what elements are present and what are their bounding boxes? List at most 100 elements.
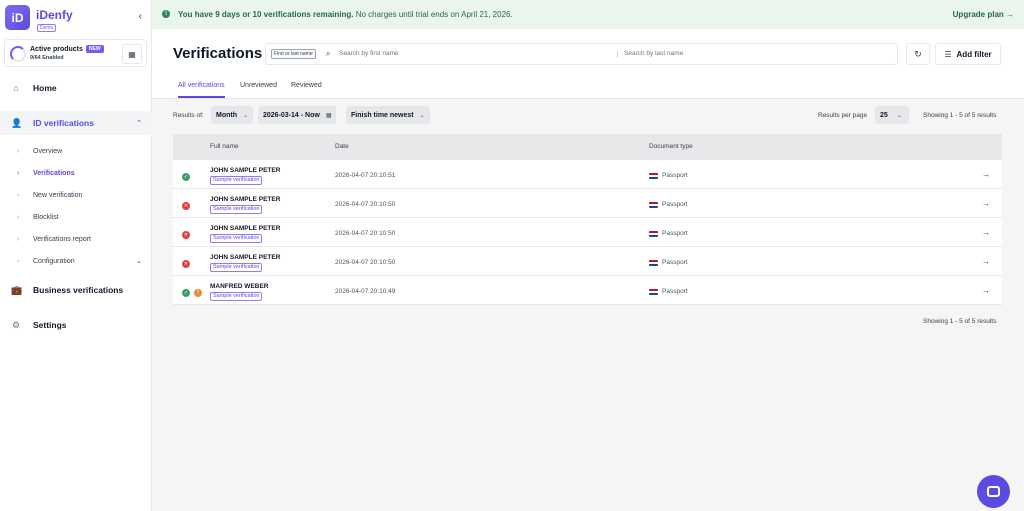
search-icon: ⌕ xyxy=(326,49,331,58)
arrow-right-icon[interactable]: → xyxy=(982,257,990,266)
search-last-name-input[interactable] xyxy=(624,50,884,57)
column-date[interactable]: Date xyxy=(335,143,349,150)
sidebar-item-label: Verifications report xyxy=(33,235,91,243)
sample-verification-tag: Sample verification xyxy=(210,292,263,301)
active-products-card[interactable]: Active products NEW 9/64 Enabled ▦ xyxy=(4,39,147,67)
trial-banner-bold: You have 9 days or 10 verifications rema… xyxy=(178,10,354,19)
search-first-name-input[interactable] xyxy=(339,50,609,57)
sample-verification-tag: Sample verification xyxy=(210,176,263,185)
verifications-table: Full name Date Document type ✓ JOHN SAMP… xyxy=(173,134,1002,305)
tab-all-verifications[interactable]: All verifications xyxy=(178,82,225,98)
table-row[interactable]: ✕ JOHN SAMPLE PETER Sample verification … xyxy=(173,218,1002,247)
sidebar-item-overview[interactable]: › Overview xyxy=(0,141,152,161)
chevron-right-icon: › xyxy=(17,191,20,199)
search-mode-chip[interactable]: First or last name xyxy=(271,49,316,59)
row-date: 2026-04-07 20:10:51 xyxy=(335,172,396,179)
row-date: 2026-04-07 20:10:49 xyxy=(335,288,396,295)
search-box: First or last name ⌕ ⋮ xyxy=(265,43,898,65)
arrow-right-icon[interactable]: → xyxy=(982,228,990,237)
refresh-button[interactable]: ↻ xyxy=(906,43,930,65)
denied-status-icon: ✕ xyxy=(182,202,190,210)
chevron-right-icon: › xyxy=(17,235,20,243)
nav-id-verifications[interactable]: 👤 ID verifications ⌃ xyxy=(0,111,152,135)
row-document-type: Passport xyxy=(662,201,688,208)
nav-settings[interactable]: ⚙ Settings xyxy=(0,313,152,337)
table-row[interactable]: ✕ JOHN SAMPLE PETER Sample verification … xyxy=(173,189,1002,218)
results-per-page-select[interactable]: 25 ⌄ xyxy=(875,106,909,124)
gear-icon: ⚙ xyxy=(11,319,21,330)
new-badge: NEW xyxy=(85,45,104,53)
chevron-down-icon: ⌄ xyxy=(896,112,902,119)
demo-badge: Demo xyxy=(37,24,57,32)
chevron-up-icon: ⌃ xyxy=(136,120,142,127)
table-row[interactable]: ✕ JOHN SAMPLE PETER Sample verification … xyxy=(173,247,1002,276)
products-count: 9/64 Enabled xyxy=(30,55,64,61)
date-range-select[interactable]: 2026-03-14 - Now ▦ xyxy=(258,106,337,124)
netherlands-flag-icon xyxy=(649,231,658,237)
add-filter-label: Add filter xyxy=(956,49,992,59)
table-header: Full name Date Document type xyxy=(173,134,1002,160)
sidebar-item-label: Configuration xyxy=(33,257,75,265)
period-value: Month xyxy=(216,111,237,119)
table-row[interactable]: ✓ ! MANFRED WEBER Sample verification 20… xyxy=(173,276,1002,305)
sidebar-item-verifications[interactable]: › Verifications xyxy=(0,163,152,183)
chevron-right-icon: › xyxy=(17,257,20,265)
tab-unreviewed[interactable]: Unreviewed xyxy=(240,82,277,98)
sort-select[interactable]: Finish time newest ⌄ xyxy=(346,106,430,124)
warning-status-icon: ! xyxy=(194,289,202,297)
table-row[interactable]: ✓ JOHN SAMPLE PETER Sample verification … xyxy=(173,160,1002,189)
chevron-down-icon: ⌄ xyxy=(243,112,249,119)
results-summary-bottom: Showing 1 - 5 of 5 results xyxy=(923,318,997,325)
sidebar-item-label: Overview xyxy=(33,147,63,155)
tab-reviewed[interactable]: Reviewed xyxy=(291,82,322,98)
app-logo[interactable]: iD xyxy=(5,5,30,30)
row-full-name: JOHN SAMPLE PETER xyxy=(210,196,281,203)
approved-status-icon: ✓ xyxy=(182,289,190,297)
results-summary: Showing 1 - 5 of 5 results xyxy=(923,112,997,119)
results-of-label: Results of: xyxy=(173,112,204,119)
trial-banner-rest: No charges until trial ends on April 21,… xyxy=(353,10,513,19)
user-check-icon: 👤 xyxy=(11,117,23,128)
arrow-right-icon[interactable]: → xyxy=(982,286,990,295)
denied-status-icon: ✕ xyxy=(182,231,190,239)
arrow-right-icon[interactable]: → xyxy=(982,170,990,179)
logo-row: iD iDenfy Demo ‹ xyxy=(5,5,147,33)
date-range-value: 2026-03-14 - Now xyxy=(263,111,320,119)
netherlands-flag-icon xyxy=(649,202,658,208)
sidebar-item-blocklist[interactable]: › Blocklist xyxy=(0,207,152,227)
sidebar-item-new-verification[interactable]: › New verification xyxy=(0,185,152,205)
page-title: Verifications xyxy=(173,45,263,62)
upgrade-plan-link[interactable]: Upgrade plan → xyxy=(953,10,1014,19)
briefcase-icon: 💼 xyxy=(11,284,23,295)
period-select[interactable]: Month ⌄ xyxy=(211,106,254,124)
sidebar-item-verifications-report[interactable]: › Verifications report xyxy=(0,229,152,249)
row-document-type: Passport xyxy=(662,230,688,237)
column-full-name[interactable]: Full name xyxy=(210,143,239,150)
active-products-label: Active products xyxy=(30,46,83,53)
row-full-name: JOHN SAMPLE PETER xyxy=(210,167,281,174)
column-document-type[interactable]: Document type xyxy=(649,143,693,150)
nav-business-verifications[interactable]: 💼 Business verifications xyxy=(0,278,152,302)
sidebar-item-configuration[interactable]: › Configuration ⌄ xyxy=(0,251,152,271)
home-icon: ⌂ xyxy=(13,83,19,93)
chevron-left-icon[interactable]: ‹ xyxy=(139,11,142,22)
chevron-down-icon: ⌄ xyxy=(136,258,142,265)
sidebar: iD iDenfy Demo ‹ Active products NEW 9/64… xyxy=(0,0,152,511)
chat-launcher-button[interactable] xyxy=(977,475,1010,508)
results-per-page-label: Results per page xyxy=(818,112,868,119)
trial-banner: ! You have 9 days or 10 verifications re… xyxy=(152,0,1024,29)
brand-name: iDenfy xyxy=(36,8,73,22)
nav-home-label: Home xyxy=(33,83,57,93)
netherlands-flag-icon xyxy=(649,173,658,179)
chevron-right-icon: › xyxy=(17,169,20,177)
add-filter-button[interactable]: ☰ Add filter xyxy=(935,43,1001,65)
chat-icon xyxy=(987,486,1000,497)
row-document-type: Passport xyxy=(662,259,688,266)
row-document-type: Passport xyxy=(662,288,688,295)
sample-verification-tag: Sample verification xyxy=(210,205,263,214)
apps-grid-icon[interactable]: ▦ xyxy=(122,44,142,64)
arrow-right-icon[interactable]: → xyxy=(982,199,990,208)
sidebar-item-label: New verification xyxy=(33,191,83,199)
nav-home[interactable]: ⌂ Home xyxy=(0,76,152,100)
row-full-name: JOHN SAMPLE PETER xyxy=(210,225,281,232)
